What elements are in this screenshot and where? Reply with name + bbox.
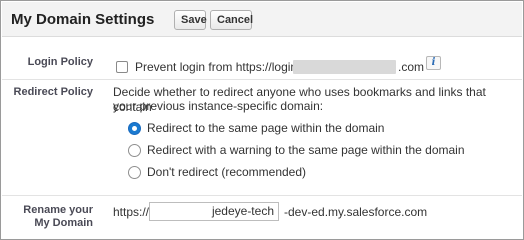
redirect-same-page-label: Redirect to the same page within the dom… — [147, 121, 385, 135]
dont-redirect-label: Don't redirect (recommended) — [147, 165, 307, 179]
domain-suffix: -dev-ed.my.salesforce.com — [284, 205, 428, 219]
redirect-policy-label: Redirect Policy — [13, 86, 93, 98]
domain-name-input[interactable]: jedeye-tech — [149, 202, 279, 221]
settings-panel: My Domain Settings Save Cancel Login Pol… — [0, 0, 524, 240]
panel-header: My Domain Settings Save Cancel — [2, 2, 522, 37]
page-title: My Domain Settings — [11, 11, 155, 28]
redirect-description-line2: your previous instance-specific domain: — [113, 99, 324, 113]
login-policy-label: Login Policy — [27, 56, 93, 68]
prevent-login-checkbox[interactable] — [116, 61, 128, 73]
rename-domain-label-line2: My Domain — [34, 217, 93, 229]
redirect-with-warning-label: Redirect with a warning to the same page… — [147, 143, 465, 157]
cancel-button[interactable]: Cancel — [210, 10, 253, 30]
divider — [2, 79, 522, 80]
save-button[interactable]: Save — [174, 10, 207, 30]
prevent-login-text-suffix: .com — [398, 60, 425, 74]
prevent-login-text-prefix: Prevent login from https://login. — [135, 60, 301, 74]
divider — [2, 195, 522, 196]
info-icon[interactable]: i — [426, 56, 441, 70]
rename-domain-label-line1: Rename your — [23, 204, 93, 216]
redirect-with-warning-radio[interactable] — [128, 144, 141, 157]
domain-prefix: https:// — [113, 205, 150, 219]
redirect-same-page-radio[interactable] — [128, 122, 141, 135]
dont-redirect-radio[interactable] — [128, 166, 141, 179]
redacted-domain — [293, 60, 396, 74]
